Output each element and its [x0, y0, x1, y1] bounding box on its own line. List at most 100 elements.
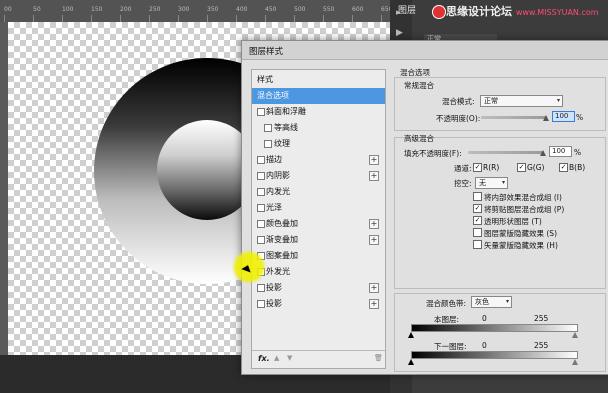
option-label: 矢量蒙版隐藏效果 (H): [484, 241, 558, 250]
ruler-tick: [178, 15, 179, 22]
style-item[interactable]: 内阴影 +: [252, 168, 385, 184]
ruler-tick-label: 00: [4, 6, 12, 13]
style-item[interactable]: 混合选项: [252, 88, 385, 104]
blend-mode-select[interactable]: 正常 ▾: [480, 95, 563, 107]
style-item[interactable]: 渐变叠加 +: [252, 232, 385, 248]
style-item[interactable]: 投影 +: [252, 296, 385, 312]
style-checkbox[interactable]: [257, 300, 265, 308]
opacity-slider[interactable]: [481, 116, 547, 119]
style-checkbox[interactable]: [257, 156, 265, 164]
add-style-icon[interactable]: +: [369, 299, 379, 309]
style-checkbox[interactable]: [257, 204, 265, 212]
style-checkbox[interactable]: [257, 284, 265, 292]
style-item-label: 等高线: [274, 123, 298, 132]
style-checkbox[interactable]: [257, 188, 265, 196]
style-item-label: 图案叠加: [266, 251, 298, 260]
underlying-layer-max: 255: [534, 341, 549, 350]
channel-r-label: R(R): [483, 163, 500, 172]
style-item[interactable]: 等高线: [252, 120, 385, 136]
add-style-icon[interactable]: +: [369, 283, 379, 293]
channel-r-checkbox[interactable]: ✓: [473, 163, 482, 172]
channel-g-label: G(G): [527, 163, 545, 172]
ruler-tick-label: 100: [62, 6, 74, 13]
style-checkbox[interactable]: [264, 124, 272, 132]
logo-icon: [432, 5, 446, 19]
ruler-tick-label: 500: [294, 6, 306, 13]
fill-opacity-slider[interactable]: [468, 151, 544, 154]
style-checkbox[interactable]: [257, 220, 265, 228]
ruler-tick-label: 450: [265, 6, 277, 13]
channels-label: 通道:: [454, 164, 472, 173]
style-item[interactable]: 外发光: [252, 264, 385, 280]
opacity-label: 不透明度(O):: [436, 114, 481, 123]
trash-icon[interactable]: 🗑: [374, 354, 383, 362]
move-down-icon[interactable]: ▼: [287, 354, 292, 362]
this-layer-white-handle[interactable]: [572, 332, 578, 338]
add-style-icon[interactable]: +: [369, 235, 379, 245]
style-checkbox[interactable]: [257, 108, 265, 116]
styles-header[interactable]: 样式: [252, 72, 385, 88]
add-style-icon[interactable]: +: [369, 155, 379, 165]
fill-opacity-label: 填充不透明度(F):: [404, 149, 462, 158]
option-checkbox[interactable]: [473, 192, 482, 201]
channel-b-checkbox[interactable]: ✓: [559, 163, 568, 172]
ruler-tick-label: 550: [323, 6, 335, 13]
add-style-icon[interactable]: +: [369, 171, 379, 181]
style-checkbox[interactable]: [257, 236, 265, 244]
option-checkbox[interactable]: ✓: [473, 216, 482, 225]
opacity-input[interactable]: 100: [552, 111, 575, 122]
chevron-down-icon: ▾: [501, 179, 505, 186]
fill-opacity-slider-handle[interactable]: [540, 150, 546, 156]
style-item[interactable]: 描边 +: [252, 152, 385, 168]
style-checkbox[interactable]: [257, 172, 265, 180]
opacity-slider-handle[interactable]: [543, 115, 549, 121]
option-label: 将剪贴图层混合成组 (P): [484, 205, 565, 214]
style-item[interactable]: 斜面和浮雕: [252, 104, 385, 120]
move-up-icon[interactable]: ▲: [274, 354, 279, 362]
dialog-title: 图层样式: [249, 47, 284, 57]
ruler-tick-label: 350: [207, 6, 219, 13]
channel-g-checkbox[interactable]: ✓: [517, 163, 526, 172]
this-layer-gradient: [411, 324, 578, 332]
option-label: 透明形状图层 (T): [484, 217, 542, 226]
fill-opacity-input[interactable]: 100: [549, 146, 572, 157]
panel-title: 图层: [398, 6, 417, 16]
blend-if-select[interactable]: 灰色 ▾: [471, 296, 512, 308]
fill-opacity-percent: %: [574, 148, 582, 157]
underlying-layer-black-handle[interactable]: [408, 359, 414, 365]
style-item-label: 内发光: [266, 187, 290, 196]
style-item[interactable]: 颜色叠加 +: [252, 216, 385, 232]
dialog-titlebar[interactable]: 图层样式: [242, 41, 608, 60]
knockout-value: 无: [479, 179, 486, 187]
ruler-tick: [91, 15, 92, 22]
style-item[interactable]: 图案叠加: [252, 248, 385, 264]
option-checkbox[interactable]: [473, 240, 482, 249]
knockout-select[interactable]: 无 ▾: [475, 177, 508, 189]
opacity-percent: %: [576, 113, 584, 122]
watermark-text: 思缘设计论坛: [446, 5, 512, 18]
style-item-label: 内阴影: [266, 171, 290, 180]
layers-icon[interactable]: ▶: [396, 28, 403, 38]
styles-footer: fx. ▲ ▼ 🗑: [252, 350, 385, 369]
style-item[interactable]: 光泽: [252, 200, 385, 216]
this-layer-black-handle[interactable]: [408, 332, 414, 338]
style-item[interactable]: 投影 +: [252, 280, 385, 296]
underlying-layer-white-handle[interactable]: [572, 359, 578, 365]
option-checkbox[interactable]: [473, 228, 482, 237]
ruler-tick-label: 50: [33, 6, 41, 13]
add-style-icon[interactable]: +: [369, 219, 379, 229]
style-checkbox[interactable]: [264, 140, 272, 148]
style-item-label: 渐变叠加: [266, 235, 298, 244]
ruler-tick: [352, 15, 353, 22]
style-item[interactable]: 纹理: [252, 136, 385, 152]
style-item-label: 投影: [266, 283, 282, 292]
ruler-tick-label: 300: [178, 6, 190, 13]
style-item-label: 描边: [266, 155, 282, 164]
ruler-tick-label: 400: [236, 6, 248, 13]
underlying-layer-gradient: [411, 351, 578, 359]
style-item[interactable]: 内发光: [252, 184, 385, 200]
ruler-tick: [236, 15, 237, 22]
style-item-label: 斜面和浮雕: [266, 107, 306, 116]
fx-button[interactable]: fx.: [258, 354, 270, 363]
option-checkbox[interactable]: ✓: [473, 204, 482, 213]
